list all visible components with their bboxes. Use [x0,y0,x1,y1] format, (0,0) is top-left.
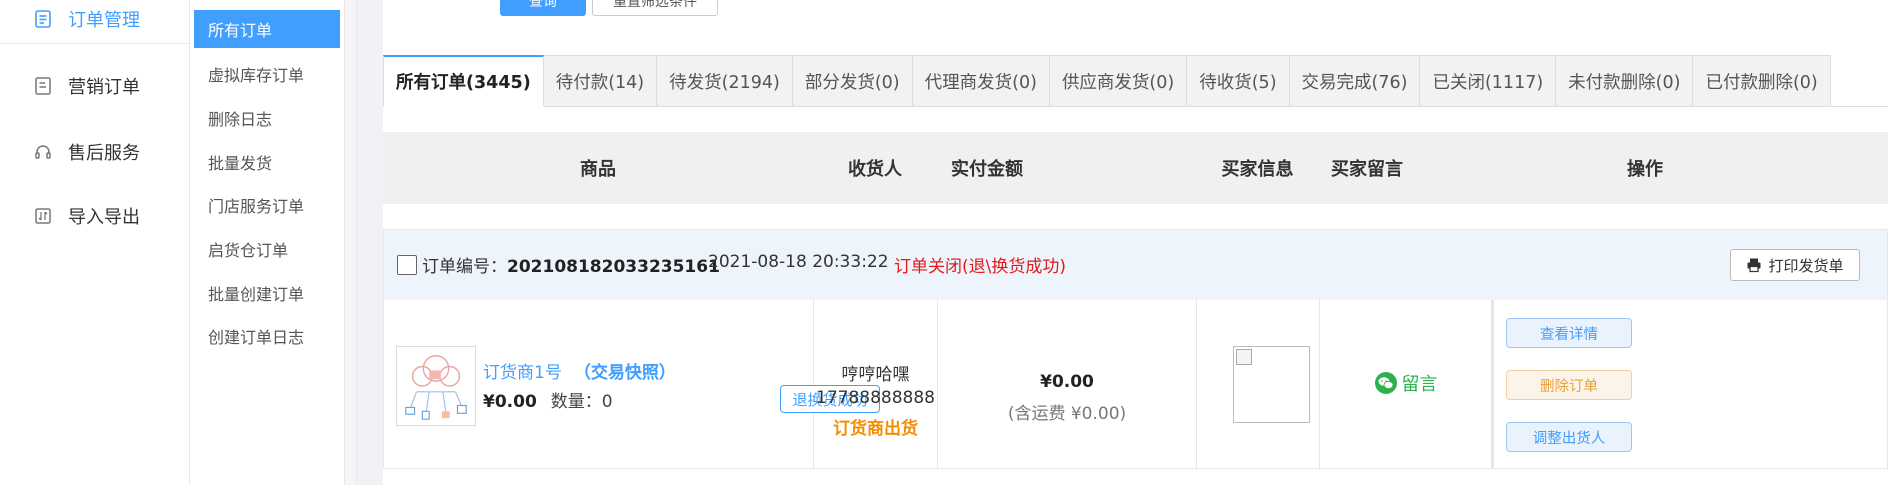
main-area: 查询 重置筛选条件 所有订单(3445) 待付款(14) 待发货(2194) 部… [357,0,1888,485]
print-invoice-label: 打印发货单 [1768,256,1844,275]
tab-paid-deleted[interactable]: 已付款删除(0) [1693,55,1831,107]
subnav-item-create-log[interactable]: 创建订单日志 [194,317,340,355]
order-row: 订单编号： 202108182033235161 2021-08-18 20:33… [383,229,1888,469]
order-body: 订货商1号 （交易快照） ¥0.00 数量：0 退换货成功 哼哼哈嘿 1778888… [384,300,1887,468]
sidebar-item-after-sales[interactable]: 售后服务 [0,129,190,175]
note-icon [32,75,54,97]
subnav-item-warehouse-orders[interactable]: 启货仓订单 [194,230,340,268]
tab-completed[interactable]: 交易完成(76) [1289,55,1421,107]
order-number-value: 202108182033235161 [507,257,720,277]
sidebar-item-marketing-orders[interactable]: 营销订单 [0,63,190,109]
sidebar-item-label: 订单管理 [68,10,140,31]
message-label: 留言 [1401,374,1438,395]
column-actions: 操作 [1627,159,1663,180]
wechat-icon [1374,372,1397,394]
primary-sidebar: 订单管理 营销订单 售后服务 导入导出 [0,0,190,485]
secondary-sidebar: 所有订单 虚拟库存订单 删除日志 批量发货 门店服务订单 启货仓订单 批量创建订… [190,0,345,485]
amount-cell: ¥0.00 (含运费 ¥0.00) [938,300,1197,468]
order-time: 2021-08-18 20:33:22 [708,252,889,272]
consignee-phone: 17788888888 [816,388,935,408]
search-button[interactable]: 查询 [500,0,586,16]
app-root: 订单管理 营销订单 售后服务 导入导出 所有订单 虚拟库存订单 删除日志 批量发… [0,0,1888,485]
goods-cell: 订货商1号 （交易快照） ¥0.00 数量：0 退换货成功 [384,300,880,468]
tab-partial-shipment[interactable]: 部分发货(0) [792,55,913,107]
sidebar-gutter [345,0,357,485]
order-checkbox[interactable] [397,255,417,275]
product-price: ¥0.00 [483,392,537,412]
table-header: 商品 收货人 实付金额 买家信息 买家留言 操作 [383,132,1888,204]
buyer-message-cell: 留言 [1320,300,1492,468]
product-name-link[interactable]: 订货商1号 [483,363,562,383]
consignee-cell: 哼哼哈嘿 17788888888 订货商出货 [814,300,938,468]
column-consignee: 收货人 [848,159,902,180]
sidebar-item-order-management[interactable]: 订单管理 [0,0,190,44]
tab-pending-shipment[interactable]: 待发货(2194) [657,55,793,107]
order-number-label: 订单编号： [422,257,507,277]
sidebar-item-import-export[interactable]: 导入导出 [0,193,190,239]
subnav-item-batch-create[interactable]: 批量创建订单 [194,274,340,312]
order-panel: 查询 重置筛选条件 所有订单(3445) 待付款(14) 待发货(2194) 部… [383,0,1888,485]
order-number: 订单编号： 202108182033235161 [422,252,720,277]
freight-amount: (含运费 ¥0.00) [1007,404,1127,424]
column-buyer-message: 买家留言 [1331,159,1403,180]
consignee-name: 哼哼哈嘿 [841,365,910,385]
print-invoice-button[interactable]: 打印发货单 [1730,249,1860,281]
printer-icon [1747,258,1761,273]
tab-all-orders[interactable]: 所有订单(3445) [383,55,544,107]
product-name: 订货商1号 （交易快照） [483,358,676,383]
trade-snapshot-link[interactable]: （交易快照） [574,363,676,383]
tab-unpaid-deleted[interactable]: 未付款删除(0) [1556,55,1694,107]
tab-agent-shipment[interactable]: 代理商发货(0) [912,55,1050,107]
tab-supplier-shipment[interactable]: 供应商发货(0) [1049,55,1188,107]
subnav-item-batch-ship[interactable]: 批量发货 [194,143,340,181]
subnav-item-store-service[interactable]: 门店服务订单 [194,186,340,224]
paid-amount: ¥0.00 [1040,372,1094,392]
cloud-product-icon [405,355,467,420]
order-status: 订单关闭(退\换货成功) [894,257,1066,277]
order-status-tabs: 所有订单(3445) 待付款(14) 待发货(2194) 部分发货(0) 代理商… [383,55,1888,107]
buyer-avatar-image[interactable] [1233,346,1310,423]
delete-order-button[interactable]: 删除订单 [1506,370,1632,400]
adjust-shipper-button[interactable]: 调整出货人 [1506,422,1632,452]
column-goods: 商品 [580,159,616,180]
headset-icon [32,141,54,163]
sidebar-item-label: 售后服务 [68,143,140,164]
document-list-icon [32,8,54,30]
column-amount: 实付金额 [951,159,1023,180]
message-link[interactable]: 留言 [1320,370,1491,396]
subnav-item-delete-log[interactable]: 删除日志 [194,99,340,137]
subnav-item-virtual-stock[interactable]: 虚拟库存订单 [194,55,340,93]
tab-pending-receipt[interactable]: 待收货(5) [1187,55,1290,107]
actions-cell: 查看详情 删除订单 调整出货人 [1492,300,1664,468]
import-export-icon [32,205,54,227]
reset-filters-button[interactable]: 重置筛选条件 [592,0,718,16]
ship-by-label: 订货商出货 [833,419,918,439]
product-thumbnail[interactable] [396,346,476,426]
tab-closed[interactable]: 已关闭(1117) [1420,55,1557,107]
view-details-button[interactable]: 查看详情 [1506,318,1632,348]
column-buyer-info: 买家信息 [1221,159,1294,180]
tab-pending-payment[interactable]: 待付款(14) [543,55,658,107]
sidebar-item-label: 营销订单 [68,77,140,98]
buyer-info-cell [1197,300,1320,468]
sidebar-item-label: 导入导出 [68,207,140,228]
product-quantity: 数量：0 [550,392,613,412]
product-price-line: ¥0.00 数量：0 [483,387,613,412]
subnav-item-all-orders[interactable]: 所有订单 [194,10,340,48]
order-header: 订单编号： 202108182033235161 2021-08-18 20:33… [384,230,1887,300]
filter-actions: 查询 重置筛选条件 [383,0,1888,18]
